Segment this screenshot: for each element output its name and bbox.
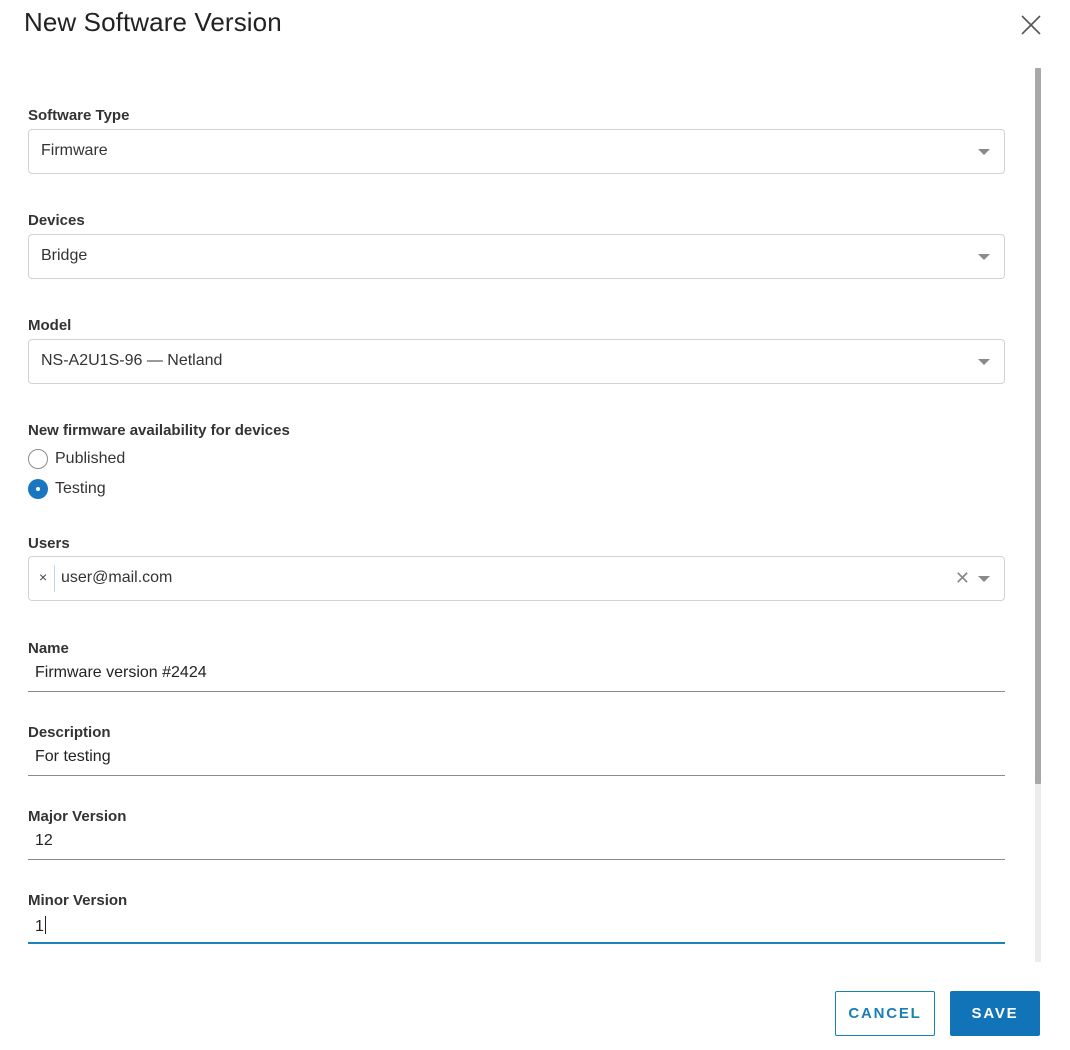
radio-testing-label: Testing (55, 480, 106, 497)
software-type-value: Firmware (41, 142, 108, 159)
chevron-down-icon (978, 254, 990, 260)
chevron-down-icon (978, 359, 990, 365)
chip-remove-button[interactable]: × (39, 569, 47, 585)
name-label: Name (28, 640, 69, 657)
chevron-down-icon (978, 576, 990, 582)
chevron-down-icon (978, 149, 990, 155)
major-version-value: 12 (35, 832, 53, 849)
save-button[interactable]: SAVE (950, 991, 1040, 1036)
devices-value: Bridge (41, 247, 88, 264)
radio-button-checked[interactable] (28, 479, 48, 499)
clear-icon[interactable]: ✕ (955, 569, 970, 587)
radio-published[interactable]: Published (28, 448, 125, 470)
new-software-version-dialog: New Software Version Software Type Firmw… (0, 0, 1070, 1050)
major-version-input[interactable]: 12 (28, 826, 1005, 860)
major-version-label: Major Version (28, 808, 127, 825)
devices-select[interactable]: Bridge (28, 234, 1005, 279)
name-input[interactable]: Firmware version #2424 (28, 658, 1005, 692)
scrollbar-thumb[interactable] (1035, 68, 1041, 784)
devices-label: Devices (28, 212, 85, 229)
chip-divider (54, 565, 55, 592)
radio-published-label: Published (55, 450, 126, 467)
description-input[interactable]: For testing (28, 742, 1005, 776)
dialog-title: New Software Version (24, 7, 282, 37)
users-multiselect[interactable]: × user@mail.com ✕ (28, 556, 1005, 601)
minor-version-value: 1 (35, 918, 44, 935)
text-cursor (44, 916, 46, 934)
user-chip: user@mail.com (61, 569, 173, 586)
description-value: For testing (35, 748, 111, 765)
software-type-label: Software Type (28, 107, 130, 124)
radio-testing[interactable]: Testing (28, 478, 106, 500)
minor-version-field-content: 1 (35, 916, 46, 936)
close-icon (1021, 15, 1041, 35)
cancel-button[interactable]: CANCEL (835, 991, 935, 1036)
availability-label: New firmware availability for devices (28, 422, 290, 439)
model-value: NS-A2U1S-96 — Netland (41, 352, 223, 369)
software-type-select[interactable]: Firmware (28, 129, 1005, 174)
model-select[interactable]: NS-A2U1S-96 — Netland (28, 339, 1005, 384)
minor-version-label: Minor Version (28, 892, 128, 909)
name-value: Firmware version #2424 (35, 664, 207, 681)
users-label: Users (28, 535, 70, 552)
description-label: Description (28, 724, 111, 741)
radio-button[interactable] (28, 449, 48, 469)
model-label: Model (28, 317, 72, 334)
close-button[interactable] (1018, 12, 1044, 38)
minor-version-input[interactable]: 1 (28, 910, 1005, 944)
